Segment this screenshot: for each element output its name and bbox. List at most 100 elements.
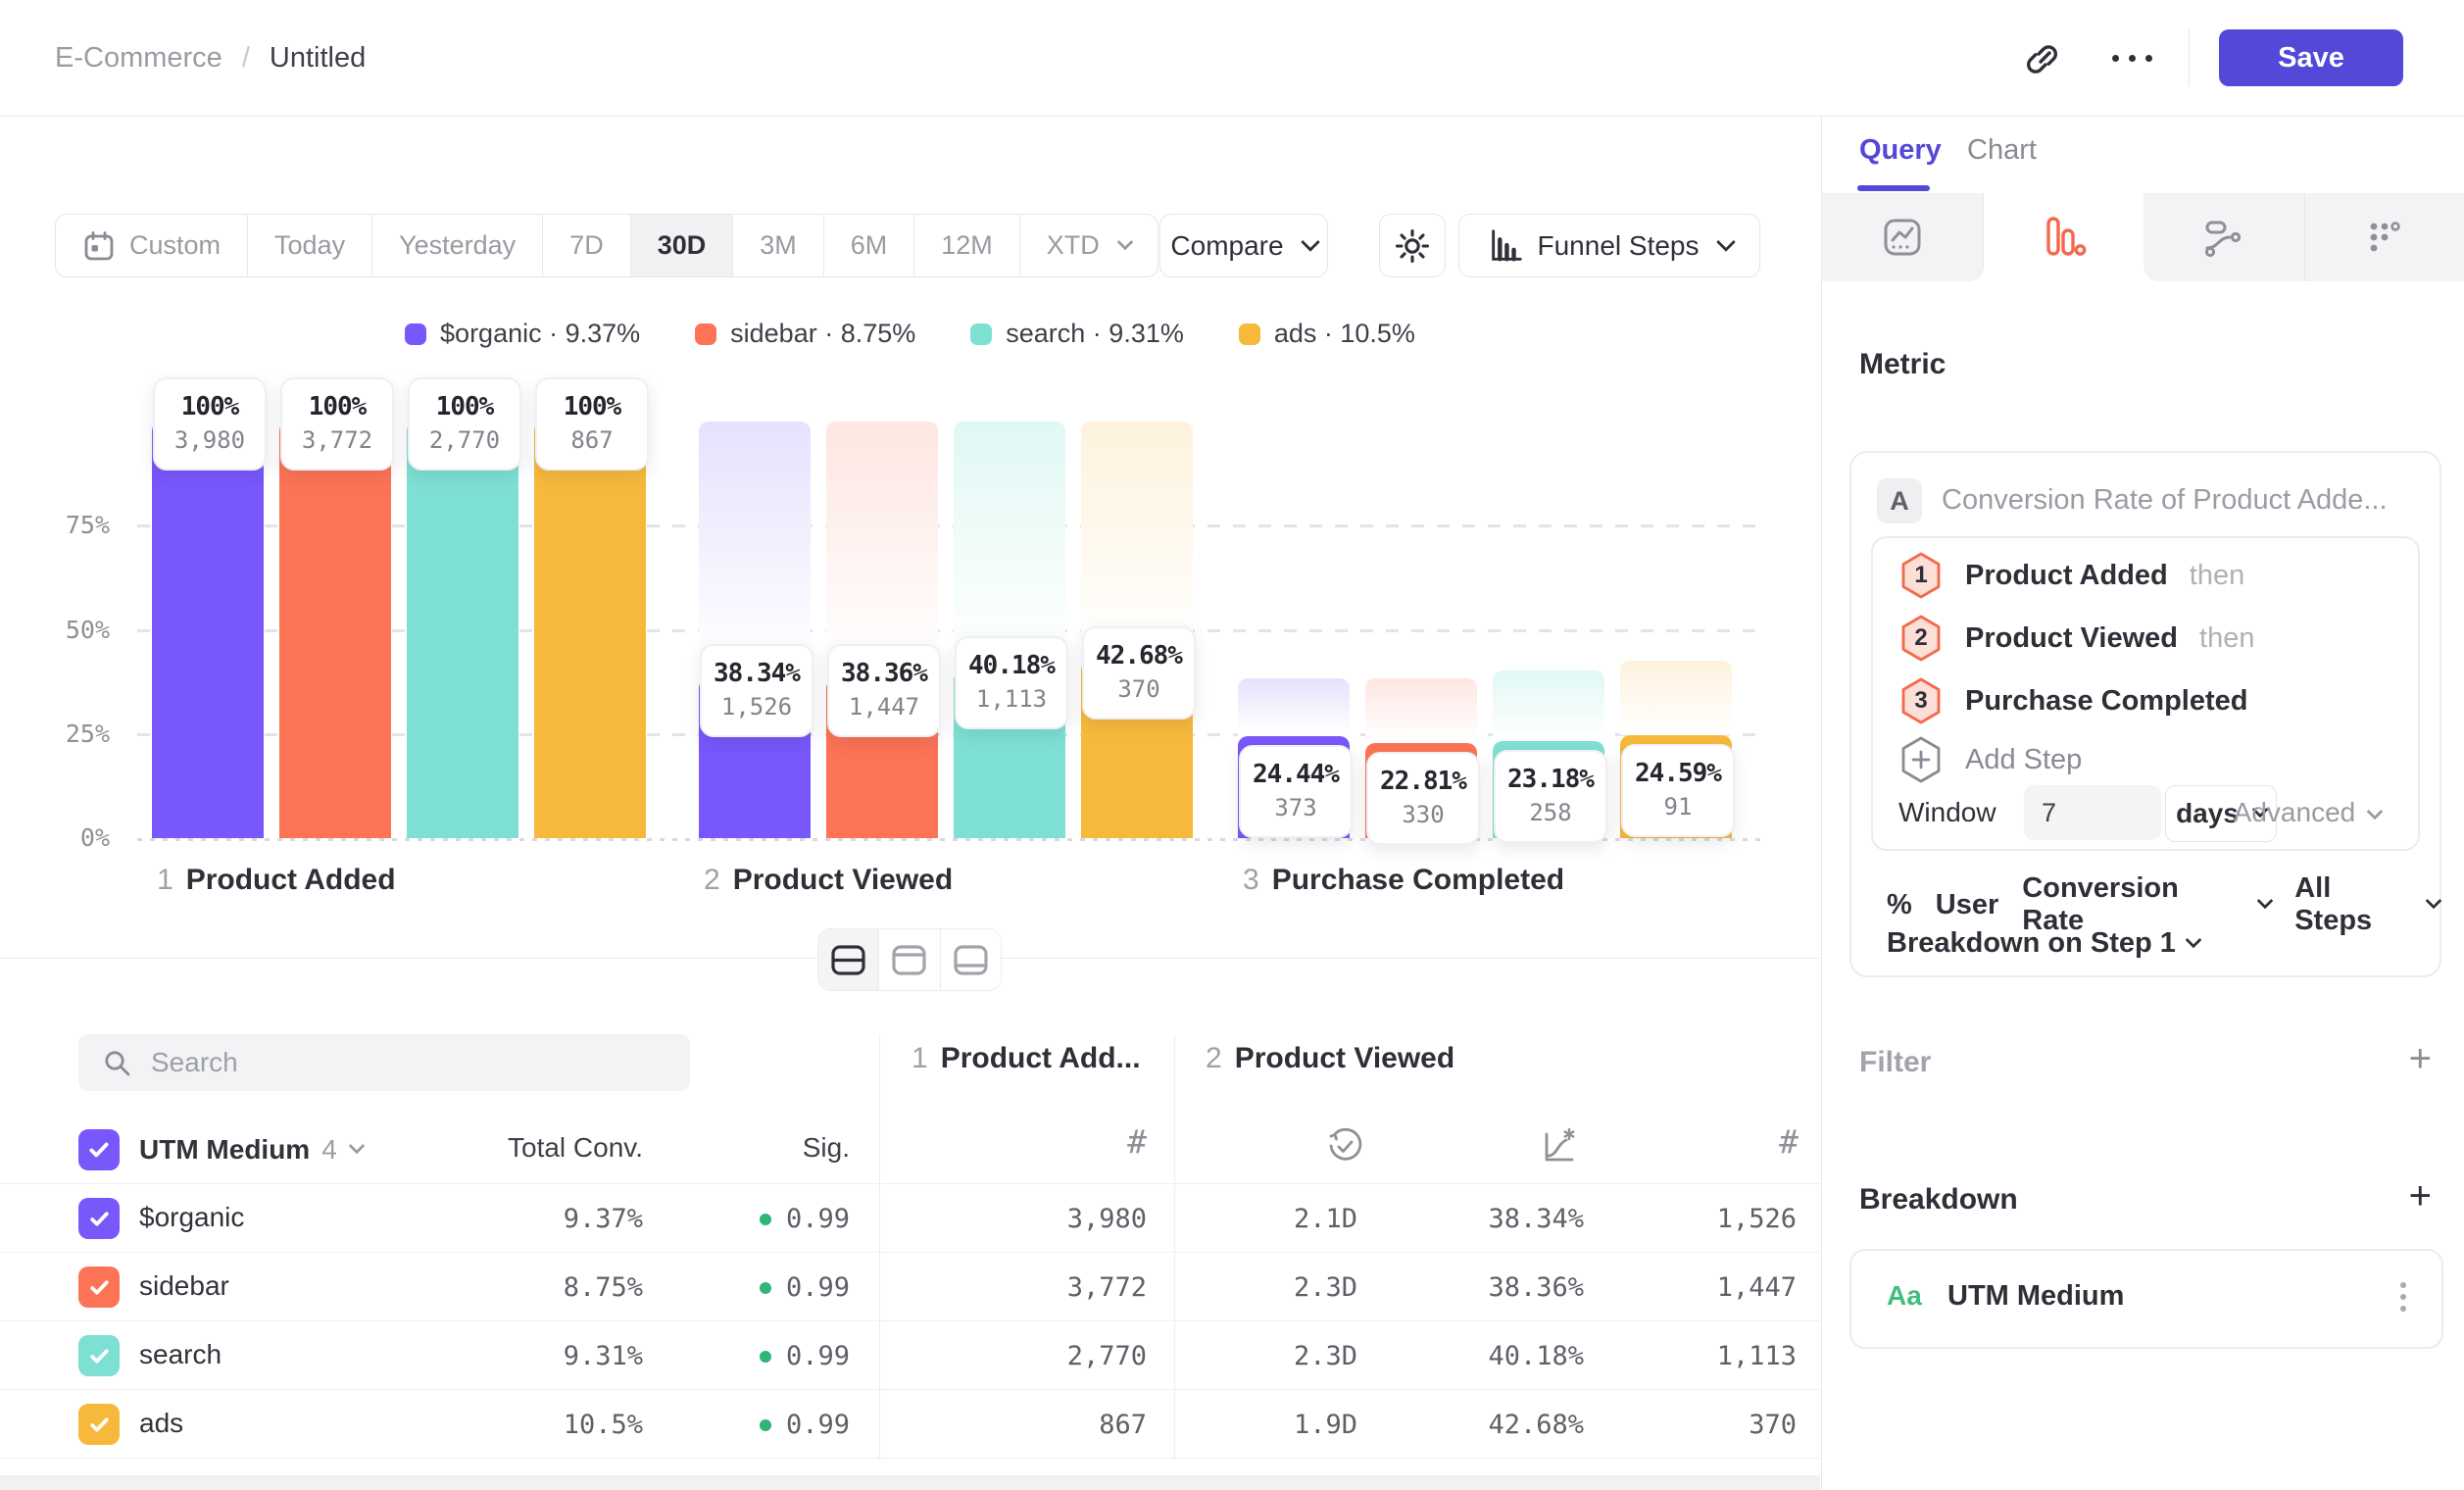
save-button[interactable]: Save — [2219, 29, 2403, 86]
funnel-bar-organic-step1[interactable] — [152, 422, 264, 838]
value-count: 3,980 — [155, 423, 265, 457]
breakdown-heading: Breakdown — [1859, 1183, 2018, 1217]
active-tab-underline — [1857, 185, 1930, 191]
value-count: 867 — [537, 423, 647, 457]
layout-toggle-group — [817, 928, 1002, 991]
chevron-down-icon — [2257, 893, 2274, 910]
funnel-report-app: E-Commerce / Untitled Save — [0, 0, 2464, 1490]
series-letter-badge[interactable]: A — [1877, 478, 1922, 523]
share-link-button[interactable] — [2014, 30, 2069, 85]
value-pct: 100% — [537, 390, 647, 423]
row-checkbox[interactable] — [78, 1335, 120, 1376]
sig-header[interactable]: Sig. — [803, 1132, 850, 1164]
funnel-ghost-organic-step3 — [1238, 678, 1350, 736]
step-name: Product Added — [186, 864, 396, 897]
funnel-bar-ads-step1[interactable] — [534, 422, 646, 838]
funnel-ghost-search-step3 — [1493, 670, 1604, 741]
value-label: 100%867 — [535, 377, 649, 471]
row-checkbox[interactable] — [78, 1198, 120, 1239]
sig-dot-icon — [760, 1351, 771, 1363]
add-breakdown-button[interactable]: + — [2409, 1179, 2432, 1213]
value-pct: 38.34% — [702, 657, 812, 690]
table-row-ads[interactable]: ads10.5%0.998671.9D42.68%370 — [0, 1389, 1820, 1459]
count-metric-icon[interactable]: # — [1127, 1122, 1147, 1161]
step-axis-label-2: 2Product Viewed — [704, 864, 953, 897]
window-row: Window days Advanced — [1898, 785, 2408, 840]
report-title[interactable]: Untitled — [270, 42, 366, 74]
row-checkbox[interactable] — [78, 1404, 120, 1445]
layout-chart-only-button[interactable] — [879, 929, 940, 990]
count-metric-icon[interactable]: # — [1779, 1122, 1799, 1161]
search-input[interactable] — [149, 1046, 623, 1079]
sig-value: 0.99 — [760, 1272, 850, 1303]
tab-query[interactable]: Query — [1859, 134, 1942, 167]
sig-dot-icon — [760, 1214, 771, 1225]
flows-tab[interactable] — [2144, 193, 2305, 281]
query-step-1[interactable]: 1Product Addedthen — [1898, 546, 2244, 605]
breakdown-on-select[interactable]: Breakdown on Step 1 — [1887, 927, 2199, 960]
window-value-input[interactable] — [2024, 785, 2161, 840]
window-label: Window — [1898, 797, 1996, 828]
layout-split-button[interactable] — [818, 929, 879, 990]
more-menu-button[interactable] — [2104, 30, 2159, 85]
value-count: 370 — [1084, 672, 1194, 706]
value-count: 1,526 — [702, 690, 812, 723]
retention-tab[interactable] — [2305, 193, 2464, 281]
row-checkbox[interactable] — [78, 1266, 120, 1308]
insights-tab[interactable] — [1822, 193, 1984, 281]
conv-rate-icon[interactable] — [1539, 1126, 1578, 1166]
step-number: 2 — [704, 864, 720, 897]
entity-label: User — [1936, 889, 1999, 921]
value-pct: 23.18% — [1496, 763, 1605, 796]
conv-rate-value: 38.36% — [1488, 1272, 1584, 1303]
breakdown-property-card[interactable]: Aa UTM Medium — [1849, 1249, 2443, 1349]
select-all-checkbox[interactable] — [78, 1129, 120, 1170]
kebab-menu-icon[interactable] — [2400, 1282, 2406, 1312]
funnel-bar-search-step1[interactable] — [407, 422, 518, 838]
value-label: 24.59%91 — [1621, 744, 1735, 837]
table-row-sidebar[interactable]: sidebar8.75%0.993,7722.3D38.36%1,447 — [0, 1252, 1820, 1321]
table-scroll-strip[interactable] — [0, 1475, 1820, 1490]
funnel-ghost-sidebar-step2 — [826, 422, 938, 678]
breadcrumb-workspace[interactable]: E-Commerce — [55, 42, 222, 74]
top-actions: Save — [2014, 0, 2403, 116]
total-conv-header[interactable]: Total Conv. — [508, 1132, 643, 1164]
breakdown-property-label: UTM Medium — [1947, 1280, 2124, 1313]
breakdown-on-label: Breakdown on Step 1 — [1887, 927, 2176, 960]
sig-number: 0.99 — [786, 1204, 850, 1234]
value-pct: 40.18% — [957, 649, 1066, 682]
metric-title[interactable]: Conversion Rate of Product Adde... — [1942, 484, 2388, 517]
table-row-search[interactable]: search9.31%0.992,7702.3D40.18%1,113 — [0, 1320, 1820, 1390]
scope-select[interactable]: All Steps — [2294, 872, 2439, 937]
funnels-tab[interactable] — [1984, 193, 2144, 281]
advanced-toggle[interactable]: Advanced — [2234, 797, 2381, 828]
table-search[interactable] — [78, 1034, 690, 1091]
tab-chart[interactable]: Chart — [1967, 134, 2037, 167]
funnel-ghost-ads-step2 — [1081, 422, 1193, 661]
table-row-organic[interactable]: $organic9.37%0.993,9802.1D38.34%1,526 — [0, 1183, 1820, 1253]
breakdown-col-label[interactable]: UTM Medium — [139, 1134, 310, 1166]
query-step-2[interactable]: 2Product Viewedthen — [1898, 609, 2254, 668]
value-label: 42.68%370 — [1082, 626, 1196, 720]
step2-count: 370 — [1749, 1410, 1797, 1440]
value-pct: 24.59% — [1623, 757, 1733, 790]
window-unit-label: days — [2176, 798, 2239, 829]
table-bottom-border — [0, 1458, 1820, 1459]
value-count: 373 — [1241, 791, 1351, 824]
entity-select[interactable]: User — [1936, 889, 1999, 921]
add-step-button[interactable]: Add Step — [1898, 730, 2082, 789]
step2-count: 1,113 — [1717, 1341, 1797, 1371]
layout-table-only-button[interactable] — [941, 929, 1001, 990]
conv-rate-value: 40.18% — [1488, 1341, 1584, 1371]
query-step-3[interactable]: 3Purchase Completed — [1898, 671, 2247, 730]
step1-column-title: 1 Product Add... — [912, 1042, 1141, 1075]
sig-value: 0.99 — [760, 1341, 850, 1371]
avg-time-icon[interactable] — [1325, 1126, 1364, 1166]
row-label: search — [139, 1339, 222, 1370]
chevron-down-icon[interactable] — [348, 1138, 365, 1155]
avg-time-value: 2.3D — [1294, 1272, 1357, 1303]
sig-dot-icon — [760, 1282, 771, 1294]
add-filter-button[interactable]: + — [2409, 1042, 2432, 1075]
funnel-ghost-search-step2 — [954, 422, 1065, 670]
funnel-bar-sidebar-step1[interactable] — [279, 422, 391, 838]
